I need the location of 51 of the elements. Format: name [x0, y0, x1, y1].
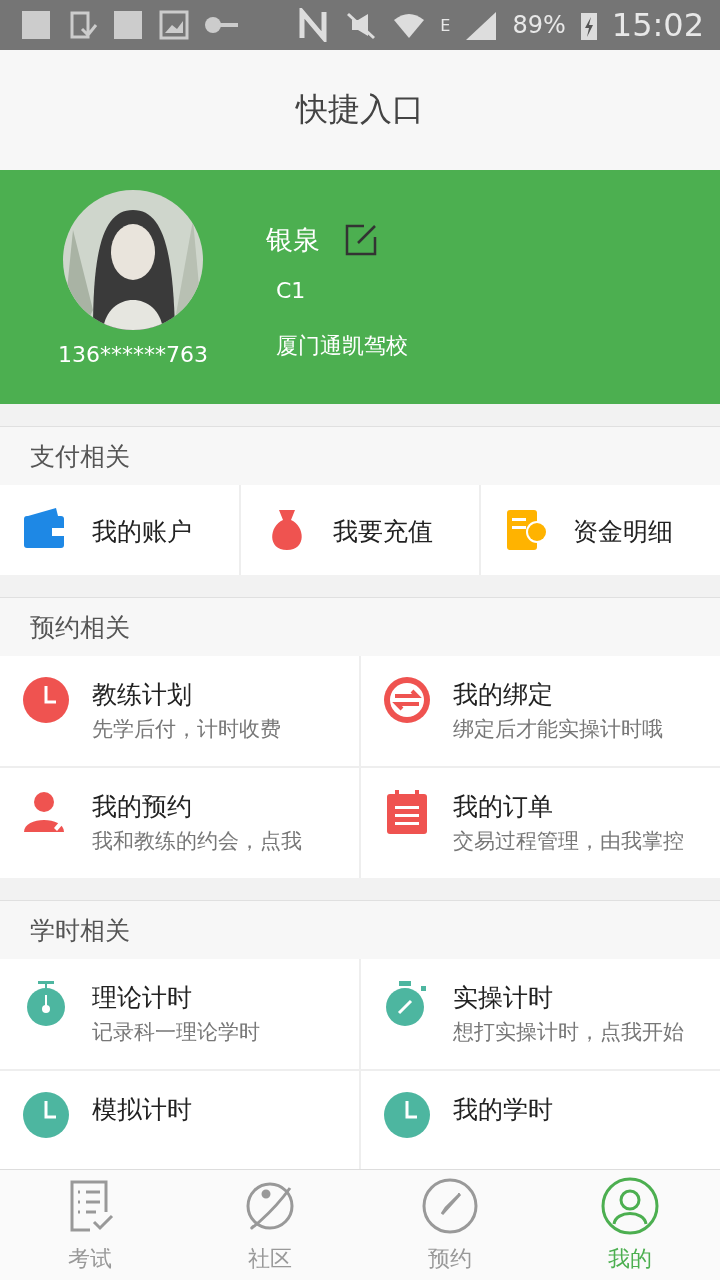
- entry-title: 我的订单: [453, 791, 554, 823]
- signal-icon: [464, 10, 499, 40]
- image-icon: [158, 9, 190, 41]
- phone-number: 136******763: [58, 342, 208, 367]
- user-name: 银泉: [266, 223, 320, 257]
- entry-description: 记录科一理论学时: [92, 1019, 260, 1046]
- user-icon: [600, 1176, 660, 1236]
- driving-school: 厦门通凯驾校: [275, 332, 408, 360]
- entry-title: 我的账户: [92, 515, 192, 548]
- entry-title: 教练计划: [92, 679, 193, 711]
- entry-description: 绑定后才能实操计时哦: [453, 716, 663, 743]
- entry-title: 模拟计时: [92, 1094, 192, 1126]
- shortcut-tile[interactable]: 我的学时: [361, 1071, 720, 1169]
- entry-title: 实操计时: [453, 982, 554, 1014]
- entry-description: 想打实操计时，点我开始: [453, 1019, 684, 1046]
- edit-icon[interactable]: [344, 223, 378, 257]
- battery-percent: 89%: [512, 11, 566, 39]
- entry-description: 我和教练的约会，点我: [92, 828, 302, 855]
- section-title: 预约相关: [0, 598, 720, 656]
- shortcut-tile[interactable]: 我的账户: [0, 485, 239, 575]
- license-class: C1: [275, 278, 307, 303]
- entry-title: 我要充值: [332, 515, 433, 548]
- shortcut-tile[interactable]: 我的订单 交易过程管理，由我掌控: [361, 768, 720, 878]
- section-title: 学时相关: [0, 901, 720, 959]
- clock-icon: [383, 1091, 431, 1139]
- entry-title: 我的学时: [453, 1094, 553, 1126]
- notification-icon: [112, 9, 144, 41]
- shortcut-tile[interactable]: 我要充值: [240, 485, 480, 575]
- shortcut-tile[interactable]: 理论计时 记录科一理论学时: [0, 959, 359, 1069]
- entry-description: 先学后付，计时收费: [92, 716, 281, 743]
- compass-icon: [420, 1176, 480, 1236]
- shortcut-tile[interactable]: 我的绑定 绑定后才能实操计时哦: [361, 656, 720, 766]
- entry-title: 理论计时: [92, 982, 193, 1014]
- entry-description: 交易过程管理，由我掌控: [453, 828, 684, 855]
- swap-icon: [383, 676, 431, 724]
- shortcut-tile[interactable]: 实操计时 想打实操计时，点我开始: [361, 959, 720, 1069]
- shortcut-tile[interactable]: 我的预约 我和教练的约会，点我: [0, 768, 359, 878]
- clock-icon: [22, 1091, 70, 1139]
- clock-time: 15:02: [611, 6, 704, 44]
- entry-title: 我的预约: [92, 791, 193, 823]
- entry-title: 我的绑定: [453, 679, 554, 711]
- shortcut-tile[interactable]: 教练计划 先学后付，计时收费: [0, 656, 359, 766]
- clock-icon: [22, 676, 70, 724]
- page-title: 快捷入口: [296, 89, 424, 130]
- entry-title: 资金明细: [573, 515, 674, 548]
- network-type: E: [440, 15, 451, 35]
- shortcut-tile[interactable]: 资金明细: [481, 485, 720, 575]
- notification-icon: [20, 9, 52, 41]
- key-icon: [204, 15, 240, 35]
- shortcut-tile[interactable]: 模拟计时: [0, 1071, 359, 1169]
- section-title: 支付相关: [0, 427, 720, 485]
